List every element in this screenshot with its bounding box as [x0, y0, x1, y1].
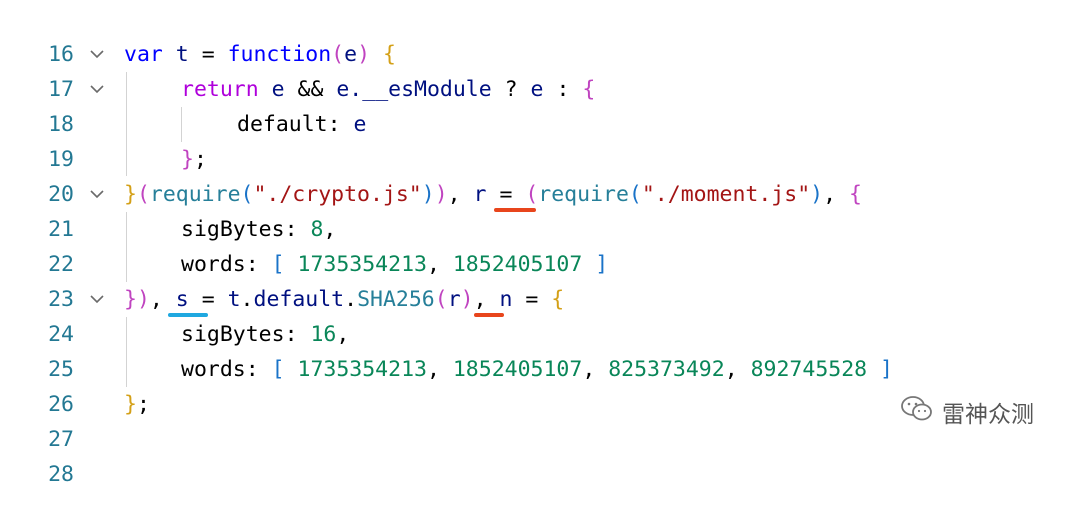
chevron-down-icon[interactable] [86, 37, 108, 72]
line-number: 28 [48, 462, 74, 487]
watermark: 雷神众测 [900, 395, 1034, 429]
chevron-down-icon[interactable] [86, 282, 108, 317]
code-line: 23 words: [ 1735354213, 1852405107 ] [0, 247, 1080, 312]
code-line: 22 sigBytes: 8, [0, 212, 1080, 277]
code-line: 16 [0, 2, 1080, 67]
code-line: 21 }(require("./crypto.js")), r = (requi… [0, 177, 1080, 242]
code-text: default: e [237, 112, 367, 137]
code-text: return e && e.__esModule ? e : { [181, 77, 596, 102]
chevron-down-icon[interactable] [86, 177, 108, 212]
code-text: sigBytes: 16, [181, 322, 350, 347]
watermark-text: 雷神众测 [942, 402, 1034, 428]
code-line: 20 }; [0, 142, 1080, 207]
code-editor[interactable]: 16 17 var t = function(e) { 18 return e … [0, 0, 1080, 487]
code-text: }(require("./crypto.js")), r = (require(… [124, 182, 862, 207]
code-line: 24 }), s = t.default.SHA256(r), n = { [0, 282, 1080, 347]
code-text: words: [ 1735354213, 1852405107, 8253734… [181, 357, 893, 382]
code-line: 26 words: [ 1735354213, 1852405107, 8253… [0, 352, 1080, 417]
code-text: words: [ 1735354213, 1852405107 ] [181, 252, 609, 277]
code-text: sigBytes: 8, [181, 217, 337, 242]
chevron-down-icon[interactable] [86, 72, 108, 107]
code-line: 18 return e && e.__esModule ? e : { [0, 72, 1080, 137]
code-line: 19 default: e [0, 107, 1080, 172]
code-text: }; [124, 392, 150, 417]
wechat-icon [900, 395, 934, 429]
code-line: 25 sigBytes: 16, [0, 317, 1080, 382]
code-text: }), s = t.default.SHA256(r), n = { [124, 287, 565, 312]
code-line: 17 var t = function(e) { [0, 37, 1080, 102]
code-text: }; [181, 147, 207, 172]
code-text: var t = function(e) { [124, 42, 396, 67]
